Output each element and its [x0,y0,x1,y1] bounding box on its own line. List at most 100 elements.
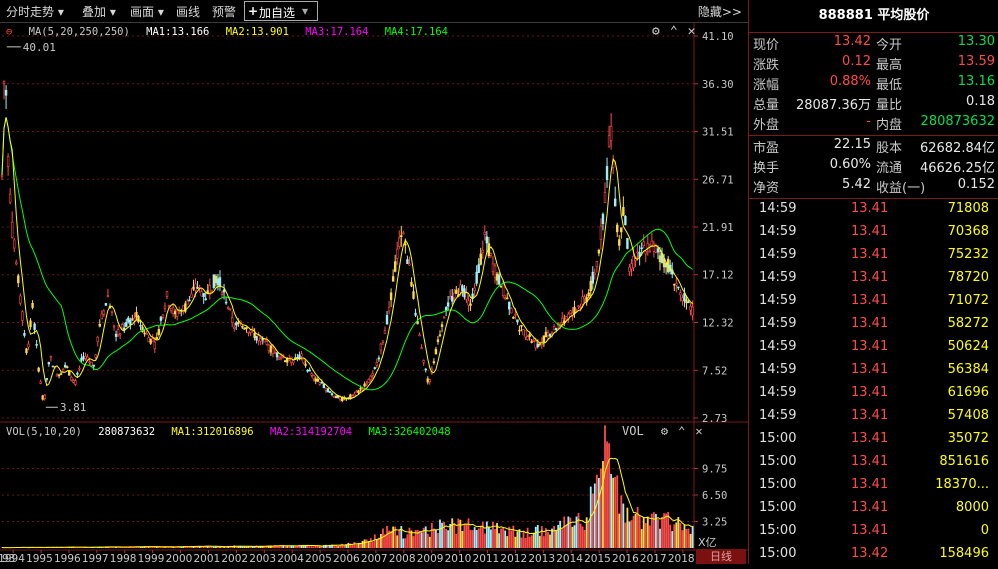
draw-line-button[interactable]: 画线 [176,3,200,20]
candle-body [102,310,106,315]
ma-collapse-icon[interactable]: ⊖ [6,26,12,38]
candle-body [626,238,629,249]
chevron-down-icon[interactable]: ▾ [302,4,308,18]
candle-body [353,393,356,397]
quote-label: 净资 [753,181,780,196]
candle-body [532,339,535,342]
scroll-up-icon[interactable]: ⌃ [678,424,685,438]
candle-body [324,387,328,391]
volume-bar [551,528,553,548]
volume-bar [681,530,684,548]
candle-body [104,303,108,306]
close-icon[interactable]: ✕ [695,424,702,438]
quote-label: 股本 [876,141,903,156]
volume-tick-label: 3.25 [702,517,727,529]
volume-bar [538,535,541,548]
intraday-menu[interactable]: 分时走势 ▾ [6,3,64,20]
volume-bar [620,495,623,548]
volume-bar [536,525,539,548]
candle-body [224,301,228,304]
hide-panel-button[interactable]: 隐藏>> [698,3,742,20]
candle-body [613,198,617,207]
candle-body [245,327,248,330]
price-panel-controls: ⚙ ⌃ ✕ [652,24,705,39]
volume-bar [520,537,523,548]
volume-bar [602,461,604,548]
candle-body [605,166,609,180]
scroll-up-icon[interactable]: ⌃ [670,24,678,39]
candle-body [554,328,558,330]
plus-icon: + [248,4,259,18]
volume-bar [457,518,460,548]
tick-price: 13.41 [851,431,889,446]
max-price-marker: 40.01 [23,41,56,54]
candle-body [351,395,354,398]
candle-body [59,373,63,375]
volume-bar [624,522,627,548]
quote-value: 13.59 [957,54,995,69]
volume-bar [253,546,256,548]
time-axis-label: 2016 [612,553,639,564]
volume-bar [512,525,515,548]
volume-bar [504,530,507,548]
tick-row: 14:59 13.41 58272 [749,316,998,339]
ma-params-label: MA(5,20,250,250) [28,26,130,38]
tick-row: 14:59 13.41 70368 [749,224,998,247]
kline-chart-svg[interactable]: 41.10 36.30 31.51 26.71 21.91 17.12 12.32 7.52 2… [0,22,748,564]
quote-label: 涨幅 [753,78,780,93]
quote-value: 13.30 [957,34,995,49]
volume-bar [363,539,366,548]
alert-button[interactable]: 预警 [212,3,236,20]
candle-body [677,286,680,289]
candle-body [577,305,580,308]
volume-bar [241,546,244,548]
vol-params-label: VOL(5,10,20) [6,426,82,438]
candle-body [473,287,476,291]
candle-body [267,344,271,351]
quote-label: 内盘 [876,118,903,133]
overlay-menu[interactable]: 叠加 ▾ [82,3,116,20]
candle-body [159,316,163,321]
candle-body [636,251,639,254]
view-menu[interactable]: 画面 ▾ [130,3,164,20]
candle-body [45,378,49,380]
volume-bar [683,524,686,548]
time-axis-label: 2017 [640,553,667,564]
volume-bar [160,547,162,548]
volume-unit-label: X亿 [698,536,717,549]
volume-bar [648,525,651,548]
candle-body [125,322,128,327]
volume-bar [371,541,374,548]
candle-body [442,316,446,319]
volume-bar [626,507,629,548]
quote-value: 0.88% [829,74,871,89]
price-tick-label: 21.91 [702,222,734,234]
candle-body [216,278,220,286]
candle-body [61,369,65,372]
add-watchlist-button[interactable]: + 加自选 ▾ [244,1,318,21]
tick-row: 15:00 13.41 35072 [749,431,998,454]
tick-row: 15:00 13.41 8000 [749,500,998,523]
close-icon[interactable]: ✕ [688,24,696,39]
gear-icon[interactable]: ⚙ [661,424,668,438]
volume-bar [320,546,323,548]
gear-icon[interactable]: ⚙ [652,24,660,39]
volume-bar [498,533,500,548]
volume-bar [616,475,619,548]
candle-body [92,364,95,367]
tick-volume: 18370... [935,477,989,492]
tick-price: 13.41 [851,523,889,538]
divider [749,198,998,199]
period-day-button[interactable]: 日线 [696,549,746,564]
candle-body [29,320,32,328]
volume-bar [335,545,337,548]
candle-body [0,174,4,177]
quote-row: 净资 5.42 收益(一) 0.152 [749,177,998,197]
candle-body [33,323,36,330]
quote-label: 最高 [876,58,903,73]
candle-body [597,249,601,254]
candle-body [503,297,507,300]
tick-time: 15:00 [759,546,797,561]
candle-body [475,271,478,284]
volume-bar [630,520,633,548]
